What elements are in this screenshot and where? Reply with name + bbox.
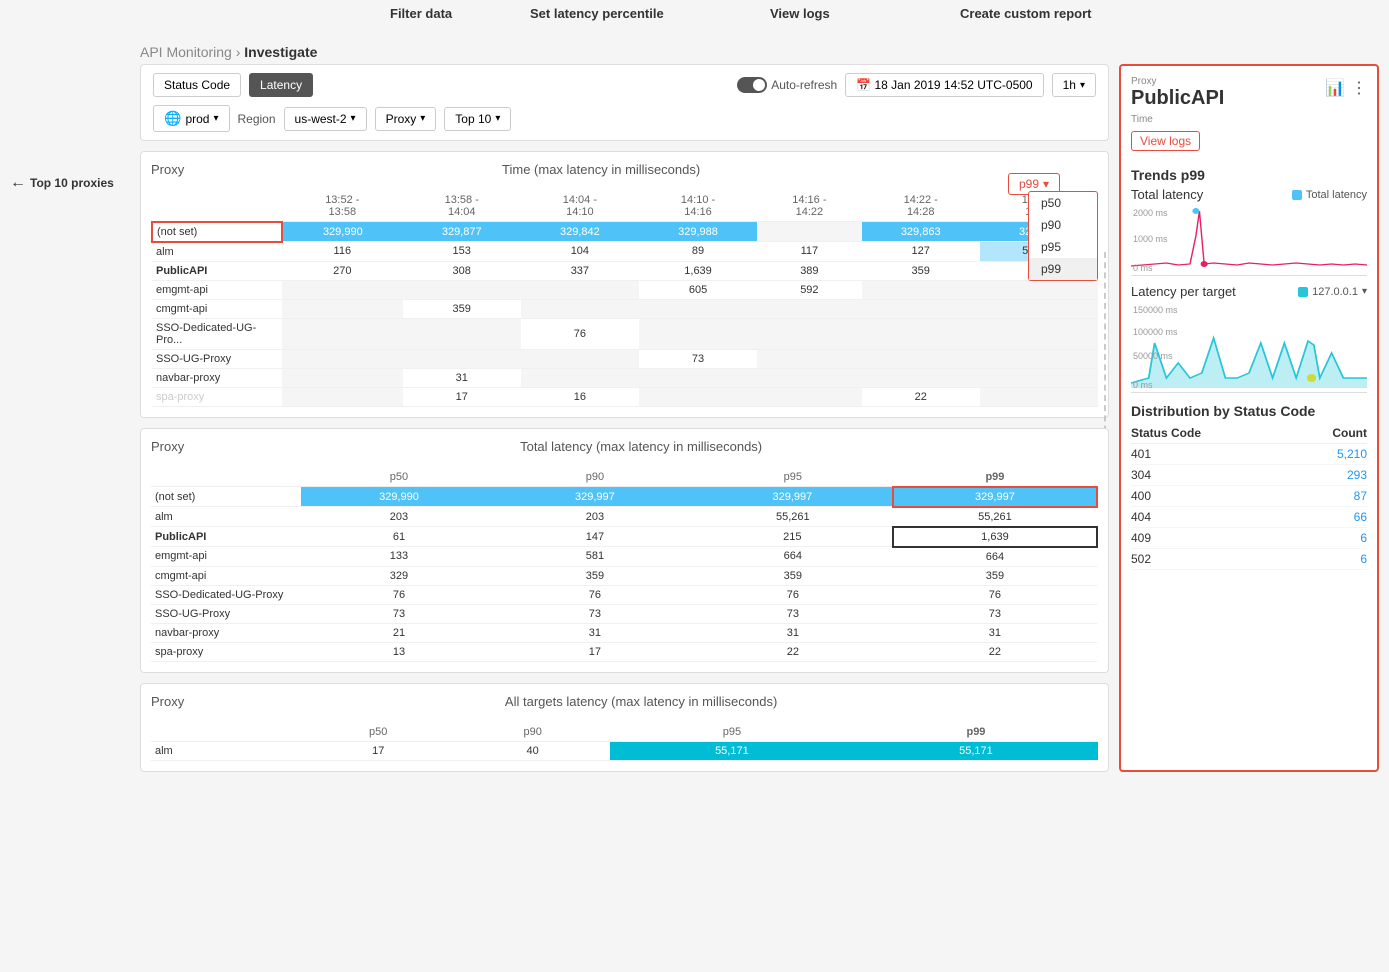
- latency-btn[interactable]: Latency: [249, 73, 313, 97]
- percentile-p95[interactable]: p95: [1029, 236, 1097, 258]
- create-report-annotation: Create custom report: [960, 6, 1091, 21]
- table-row: SSO-Dedicated-UG-Proxy 76 76 76 76: [151, 585, 1097, 604]
- time-range-btn[interactable]: 1h: [1052, 73, 1096, 97]
- filter-bar: Status Code Latency Auto-refresh 📅 18 Ja…: [140, 64, 1109, 141]
- time-col-3: 14:04 -14:10: [521, 191, 639, 222]
- dist-row-401: 401 5,210: [1131, 444, 1367, 465]
- table-row: cmgmt-api 329 359 359 359: [151, 566, 1097, 585]
- table-row: PublicAPI 270 308 337 1,639 389 359 398: [152, 261, 1098, 280]
- latency-per-target-legend: 127.0.0.1 ▾: [1298, 286, 1367, 298]
- region-btn[interactable]: us-west-2: [284, 107, 367, 131]
- table-row: SSO-UG-Proxy 73: [152, 349, 1098, 368]
- time-col-6: 14:22 -14:28: [862, 191, 980, 222]
- breadcrumb-current: Investigate: [244, 44, 317, 60]
- dist-by-status-code-title: Distribution by Status Code: [1131, 403, 1367, 419]
- all-targets-section: Proxy All targets latency (max latency i…: [140, 683, 1109, 772]
- table-row: cmgmt-api 359: [152, 299, 1098, 318]
- env-btn[interactable]: 🌐 prod: [153, 105, 230, 132]
- time-col-1: 13:52 -13:58: [282, 191, 403, 222]
- total-latency-chart: 2000 ms 1000 ms 0 ms: [1131, 206, 1367, 276]
- table-row: (not set) 329,990 329,997 329,997 329,99…: [151, 487, 1097, 507]
- all-targets-table: p50 p90 p95 p99 alm 17 40 55,171 55,171: [151, 723, 1098, 761]
- total-latency-metric-row: Total latency Total latency: [1131, 187, 1367, 202]
- status-code-btn[interactable]: Status Code: [153, 73, 241, 97]
- right-panel: 📊 ⋮ View metric details View in Recent V…: [1119, 64, 1379, 772]
- time-heatmap-section: Proxy Time (max latency in milliseconds)…: [140, 151, 1109, 418]
- table-row: spa-proxy 13 17 22 22: [151, 642, 1097, 661]
- set-latency-annotation: Set latency percentile: [530, 6, 664, 21]
- filter-data-annotation: Filter data: [390, 6, 452, 21]
- total-latency-table: p50 p90 p95 p99 (not set) 329,990 329,99…: [151, 468, 1098, 662]
- chart-icon[interactable]: 📊: [1325, 78, 1345, 98]
- total-latency-legend: Total latency: [1292, 189, 1367, 201]
- proxy-col-header: [152, 191, 282, 222]
- table-row: emgmt-api 133 581 664 664: [151, 547, 1097, 567]
- dist-table: Status Code Count 401 5,210 304 293 400 …: [1131, 423, 1367, 570]
- percentile-p99[interactable]: p99: [1029, 258, 1097, 280]
- table-row: spa-proxy 17 16 22: [152, 387, 1098, 406]
- latency-per-target-label: Latency per target: [1131, 284, 1236, 299]
- date-picker-btn[interactable]: 📅 18 Jan 2019 14:52 UTC-0500: [845, 73, 1043, 97]
- percentile-p90[interactable]: p90: [1029, 214, 1097, 236]
- dist-row-400: 400 87: [1131, 486, 1367, 507]
- table-row: alm 203 203 55,261 55,261: [151, 507, 1097, 527]
- more-options-icon[interactable]: ⋮: [1351, 78, 1367, 98]
- time-heatmap-table: 13:52 -13:58 13:58 -14:04 14:04 -14:10 1…: [151, 191, 1098, 407]
- dist-row-409: 409 6: [1131, 528, 1367, 549]
- table-row: SSO-Dedicated-UG-Pro... 76: [152, 318, 1098, 349]
- section1-subtitle: Time (max latency in milliseconds): [184, 162, 1018, 177]
- proxy-btn[interactable]: Proxy: [375, 107, 437, 131]
- latency-per-target-svg: [1131, 303, 1367, 388]
- region-label: Region: [238, 112, 276, 126]
- breadcrumb-parent: API Monitoring: [140, 44, 232, 60]
- view-logs-link[interactable]: View logs: [1131, 131, 1200, 151]
- dist-col2-header: Count: [1289, 423, 1367, 444]
- table-row: alm 17 40 55,171 55,171: [151, 741, 1098, 760]
- top10-proxies-label: ← Top 10 proxies: [10, 64, 140, 772]
- time-col-2: 13:58 -14:04: [403, 191, 521, 222]
- panel-icons: 📊 ⋮: [1325, 78, 1367, 98]
- table-row: alm 116 153 104 89 117 127 55,261: [152, 242, 1098, 262]
- trends-title: Trends p99: [1131, 167, 1367, 183]
- table-row: (not set) 329,990 329,877 329,842 329,98…: [152, 222, 1098, 242]
- table-row: PublicAPI 61 147 215 1,639: [151, 527, 1097, 547]
- section2-proxy-header: Proxy: [151, 439, 184, 454]
- total-latency-section: Proxy Total latency (max latency in mill…: [140, 428, 1109, 673]
- top-btn[interactable]: Top 10: [444, 107, 511, 131]
- section1-proxy-header: Proxy: [151, 162, 184, 177]
- time-label: Time: [1131, 114, 1367, 125]
- latency-per-target-chart: 150000 ms 100000 ms 50000 ms 0 ms: [1131, 303, 1367, 393]
- section2-subtitle: Total latency (max latency in millisecon…: [184, 439, 1098, 454]
- dist-row-404: 404 66: [1131, 507, 1367, 528]
- dist-col1-header: Status Code: [1131, 423, 1289, 444]
- dist-row-502: 502 6: [1131, 549, 1367, 570]
- dist-row-304: 304 293: [1131, 465, 1367, 486]
- time-col-5: 14:16 -14:22: [757, 191, 862, 222]
- percentile-dropdown: p50 p90 p95 p99: [1028, 191, 1098, 281]
- view-logs-annotation: View logs: [770, 6, 830, 21]
- time-col-4: 14:10 -14:16: [639, 191, 757, 222]
- latency-per-target-metric-row: Latency per target 127.0.0.1 ▾: [1131, 284, 1367, 299]
- section3-subtitle: All targets latency (max latency in mill…: [184, 694, 1098, 709]
- table-row: navbar-proxy 31: [152, 368, 1098, 387]
- total-latency-label: Total latency: [1131, 187, 1203, 202]
- table-row: navbar-proxy 21 31 31 31: [151, 623, 1097, 642]
- breadcrumb: API Monitoring › Investigate: [0, 36, 1389, 64]
- section3-proxy-header: Proxy: [151, 694, 184, 709]
- table-row: emgmt-api 605 592: [152, 280, 1098, 299]
- auto-refresh-toggle[interactable]: Auto-refresh: [737, 77, 837, 93]
- table-row: SSO-UG-Proxy 73 73 73 73: [151, 604, 1097, 623]
- percentile-p50[interactable]: p50: [1029, 192, 1097, 214]
